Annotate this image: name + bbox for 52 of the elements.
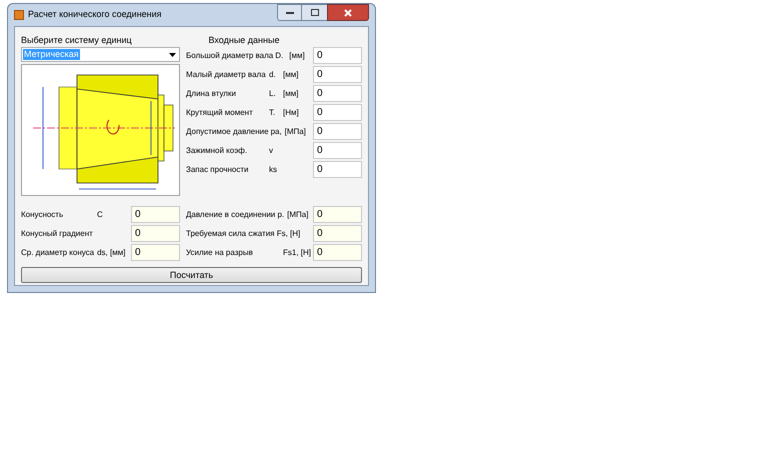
unit-label: [Нм]	[283, 106, 299, 118]
input-label: Допустимое давление	[186, 126, 270, 138]
result-field[interactable]: 0	[313, 225, 362, 242]
unit-label: [МПа]	[284, 126, 306, 138]
close-icon	[344, 8, 352, 16]
symbol-label: ks	[269, 164, 278, 176]
symbol-label: Fs1, [H]	[283, 246, 312, 258]
result-field[interactable]: 0	[131, 225, 180, 242]
input-field[interactable]: 0	[313, 47, 362, 64]
maximize-button[interactable]	[302, 4, 327, 21]
close-button[interactable]	[327, 4, 369, 21]
result-label: Усилие на разрыв	[186, 246, 254, 258]
unit-label: [мм]	[283, 88, 298, 100]
input-field[interactable]: 0	[313, 123, 362, 140]
input-field[interactable]: 0	[313, 161, 362, 178]
input-label: Зажимной коэф.	[186, 144, 248, 156]
result-label: Требуемая сила сжатия Fs, [H]	[186, 228, 302, 240]
symbol-label: d.	[269, 68, 277, 80]
section-heading: Входные данные	[208, 34, 280, 46]
result-field[interactable]: 0	[131, 206, 180, 223]
result-label: Конусный градиент	[21, 228, 94, 240]
input-label: Крутящий момент	[186, 106, 254, 118]
input-field[interactable]: 0	[313, 104, 362, 121]
input-label: Длина втулки	[186, 88, 237, 100]
unit-label: [мм]	[283, 68, 298, 80]
symbol-label: ds, [мм]	[97, 246, 126, 258]
symbol-label: T.	[269, 106, 276, 118]
input-field[interactable]: 0	[313, 85, 362, 102]
app-icon	[14, 10, 24, 20]
window-title: Расчет конического соединения	[28, 8, 162, 22]
result-label: Конусность	[21, 208, 64, 220]
calculate-button[interactable]: Посчитать	[21, 267, 362, 283]
result-label: Давление в соединении p.	[186, 208, 286, 220]
result-label: Ср. диаметр конуса	[21, 246, 96, 258]
symbol-label: D.	[275, 50, 284, 62]
input-field[interactable]: 0	[313, 66, 362, 83]
symbol-label: v	[269, 144, 274, 156]
result-field[interactable]: 0	[313, 244, 362, 261]
dropdown-arrow-icon	[169, 52, 176, 56]
units-label: Выберите систему единиц	[21, 34, 133, 46]
input-label: Запас прочности	[186, 164, 250, 176]
symbol-label: L.	[269, 88, 277, 100]
result-field[interactable]: 0	[313, 206, 362, 223]
symbol-label: C	[97, 208, 103, 220]
input-label: Большой диаметр вала	[186, 50, 274, 62]
result-field[interactable]: 0	[131, 244, 180, 261]
symbol-label: [МПа]	[287, 208, 308, 220]
symbol-label: pa,	[270, 126, 283, 138]
input-label: Малый диаметр вала	[186, 68, 267, 80]
unit-label: [мм]	[289, 50, 305, 62]
minimize-button[interactable]	[277, 4, 302, 21]
input-field[interactable]: 0	[313, 142, 362, 159]
